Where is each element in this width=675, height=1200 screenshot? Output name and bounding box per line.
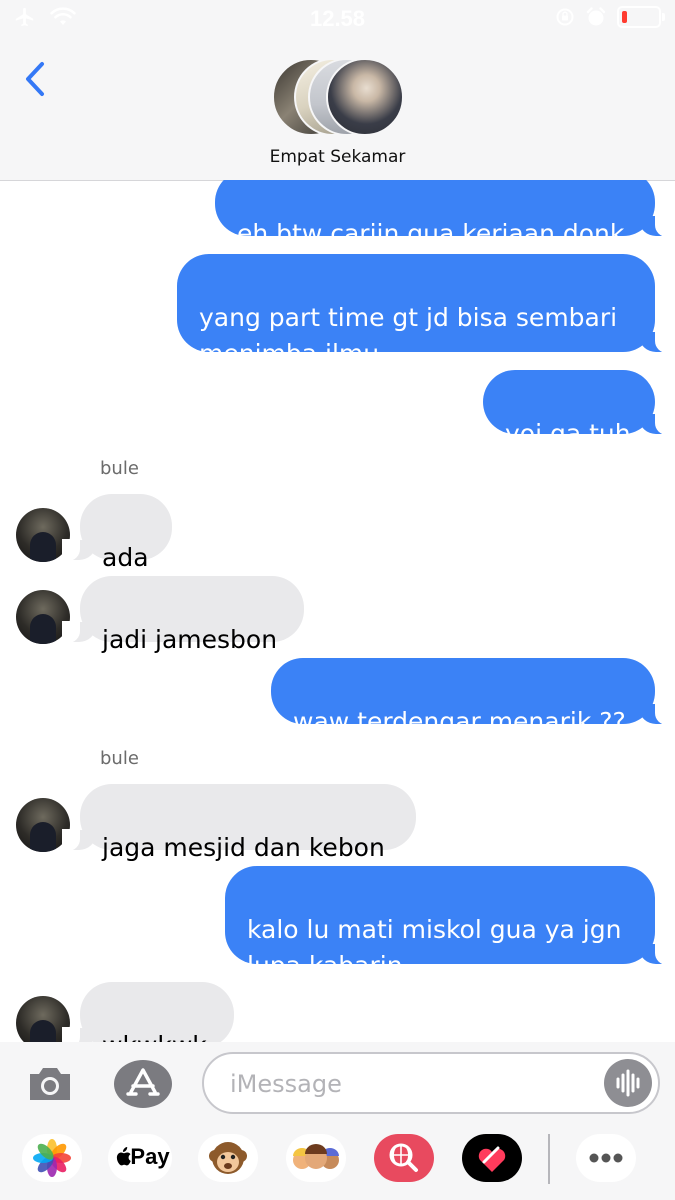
- waveform-icon: [616, 1069, 640, 1097]
- message-input-field[interactable]: iMessage: [202, 1052, 660, 1114]
- sent-message-bubble[interactable]: yang part time gt jd bisa sembari menimb…: [177, 254, 673, 368]
- apple-pay-button[interactable]: Pay: [108, 1134, 172, 1182]
- message-text: jadi jamesbon: [102, 625, 278, 654]
- message-text: kalo lu mati miskol gua ya jgn lupa kaba…: [247, 915, 622, 980]
- sender-name: bule: [100, 458, 139, 479]
- sender-name: bule: [100, 748, 139, 769]
- digital-touch-icon: [478, 1146, 506, 1172]
- received-message-bubble[interactable]: jadi jamesbon: [62, 576, 304, 654]
- message-text: eh btw cariin gua kerjaan donk: [237, 219, 625, 248]
- photos-icon: [33, 1139, 71, 1177]
- battery-cap: [662, 13, 665, 21]
- animoji-icon: [209, 1142, 247, 1174]
- orientation-lock-icon: [556, 8, 574, 26]
- memoji-icon: [293, 1144, 339, 1169]
- sent-message-bubble[interactable]: yoi ga tuh: [483, 370, 673, 448]
- apple-pay-label: Pay: [130, 1144, 170, 1169]
- message-placeholder: iMessage: [230, 1070, 342, 1098]
- memoji-app-button[interactable]: [286, 1134, 346, 1182]
- back-button[interactable]: [20, 58, 54, 102]
- received-message-bubble[interactable]: wkwkwk: [62, 982, 234, 1042]
- animoji-app-button[interactable]: [198, 1134, 258, 1182]
- received-message-bubble[interactable]: jaga mesjid dan kebon: [62, 784, 416, 862]
- app-store-icon: [126, 1068, 160, 1096]
- chevron-left-icon: [26, 62, 44, 96]
- status-right: [555, 6, 665, 28]
- message-text: jaga mesjid dan kebon: [102, 833, 385, 862]
- message-input-bar: iMessage: [0, 1042, 675, 1122]
- app-drawer: Pay: [0, 1122, 675, 1200]
- group-avatar-4: [326, 58, 404, 136]
- web-search-app-button[interactable]: [374, 1134, 434, 1182]
- message-text: yang part time gt jd bisa sembari menimb…: [199, 303, 618, 368]
- group-avatar-stack[interactable]: [272, 58, 404, 136]
- camera-icon: [30, 1068, 70, 1100]
- alarm-icon: [586, 7, 606, 26]
- photos-app-button[interactable]: [22, 1134, 82, 1182]
- sent-message-bubble[interactable]: waw terdengar menarik ??: [271, 658, 673, 736]
- message-text: yoi ga tuh: [505, 419, 631, 448]
- web-search-icon: [374, 1134, 434, 1182]
- status-bar: 12.58: [0, 0, 675, 38]
- more-apps-button[interactable]: [576, 1134, 636, 1182]
- group-name: Empat Sekamar: [269, 147, 406, 167]
- sent-message-bubble[interactable]: kalo lu mati miskol gua ya jgn lupa kaba…: [225, 866, 673, 980]
- message-text: waw terdengar menarik ??: [293, 707, 626, 736]
- battery-level: [622, 11, 627, 23]
- more-icon: [589, 1153, 623, 1163]
- drawer-divider: [548, 1134, 550, 1184]
- conversation-header: 12.58 Empat Sekamar: [0, 0, 675, 181]
- message-text: ada: [102, 543, 149, 572]
- app-store-button[interactable]: [114, 1060, 172, 1108]
- message-thread[interactable]: eh btw cariin gua kerjaan donk yang part…: [0, 180, 675, 1042]
- message-text: wkwkwk: [102, 1031, 207, 1042]
- sent-message-bubble[interactable]: eh btw cariin gua kerjaan donk: [215, 180, 673, 248]
- digital-touch-app-button[interactable]: [462, 1134, 522, 1182]
- battery-icon: [617, 6, 665, 28]
- audio-message-button[interactable]: [604, 1059, 652, 1107]
- received-message-bubble[interactable]: ada: [62, 494, 172, 572]
- camera-button[interactable]: [26, 1064, 74, 1104]
